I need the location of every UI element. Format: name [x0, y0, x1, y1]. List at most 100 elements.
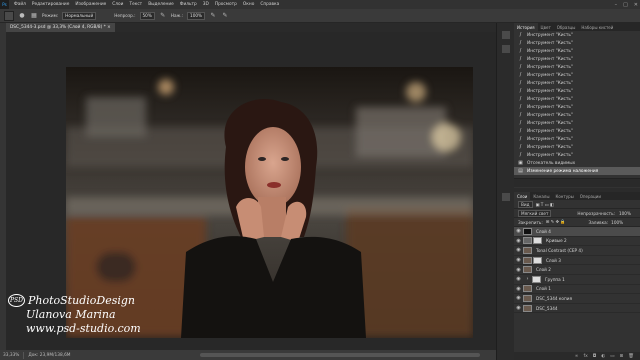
menu-filter[interactable]: Фильтр: [177, 2, 200, 7]
brush-tool-preset-icon[interactable]: [4, 10, 14, 21]
opacity-value[interactable]: 100%: [619, 211, 631, 216]
new-group-icon[interactable]: ▭: [610, 354, 614, 359]
menu-window[interactable]: Окно: [240, 2, 257, 7]
history-item[interactable]: / Инструмент "Кисть": [514, 111, 640, 119]
layer-row[interactable]: ◉ Слой 3: [514, 256, 640, 266]
layer-name: Слой 4: [536, 228, 551, 234]
brush-settings-icon[interactable]: ▦: [30, 12, 38, 20]
layer-mask-thumbnail: [533, 256, 542, 264]
history-item[interactable]: / Инструмент "Кисть": [514, 87, 640, 95]
layer-name: DSC_5344: [536, 305, 558, 311]
eye-icon[interactable]: ◉: [514, 247, 523, 253]
eye-icon[interactable]: ◉: [514, 295, 523, 301]
history-item[interactable]: / Инструмент "Кисть": [514, 79, 640, 87]
history-item[interactable]: / Инструмент "Кисть": [514, 71, 640, 79]
history-item[interactable]: ▣ Отсекатель видимых: [514, 159, 640, 167]
adjustment-layer-icon[interactable]: ◐: [601, 354, 605, 359]
opacity-field[interactable]: 50%: [139, 11, 155, 20]
eye-icon[interactable]: ◉: [514, 305, 523, 311]
layer-row[interactable]: ◉ Tonal Contrast (CEP 4): [514, 246, 640, 256]
menu-image[interactable]: Изображение: [72, 2, 109, 7]
horizontal-scrollbar[interactable]: [200, 353, 480, 357]
menu-file[interactable]: Файл: [11, 2, 29, 7]
history-item[interactable]: / Инструмент "Кисть": [514, 95, 640, 103]
lock-icons[interactable]: ⊞ ✎ ✥ 🔒: [546, 219, 566, 225]
zoom-level[interactable]: 33,33%: [3, 353, 19, 358]
brush-icon: /: [519, 88, 522, 94]
menu-view[interactable]: Просмотр: [212, 2, 240, 7]
menu-text[interactable]: Текст: [126, 2, 145, 7]
eye-icon[interactable]: ◉: [514, 228, 523, 234]
layer-row[interactable]: ◉ › Группа 1: [514, 275, 640, 285]
history-item[interactable]: / Инструмент "Кисть": [514, 119, 640, 127]
eye-icon[interactable]: ◉: [514, 257, 523, 263]
curves-adjustment-icon: [523, 237, 532, 245]
tab-brush-presets[interactable]: Наборы кистей: [578, 23, 616, 31]
history-item[interactable]: / Инструмент "Кисть": [514, 47, 640, 55]
trash-icon[interactable]: 🗑: [628, 354, 634, 359]
history-item[interactable]: / Инструмент "Кисть": [514, 151, 640, 159]
flow-field[interactable]: 100%: [187, 11, 206, 20]
document-tab[interactable]: DSC_5344-3.psd @ 33,3% (Слой 4, RGB/8) *…: [6, 23, 115, 32]
history-item[interactable]: / Инструмент "Кисть": [514, 135, 640, 143]
history-panel-footer: [514, 178, 640, 187]
tab-history[interactable]: История: [514, 23, 538, 31]
menu-layers[interactable]: Слои: [109, 2, 126, 7]
filter-icons[interactable]: ▣ T ▭ ◧: [536, 202, 554, 207]
layer-row[interactable]: ◉ DSC_5344: [514, 304, 640, 314]
history-item[interactable]: / Инструмент "Кисть": [514, 143, 640, 151]
document-tab-bar: DSC_5344-3.psd @ 33,3% (Слой 4, RGB/8) *…: [6, 23, 496, 32]
tab-color[interactable]: Цвет: [538, 23, 554, 31]
close-icon[interactable]: ✕: [634, 2, 638, 8]
layer-row[interactable]: ◉ Слой 4: [514, 227, 640, 237]
mode-select[interactable]: Нормальный: [62, 11, 97, 20]
add-mask-icon[interactable]: ◘: [593, 354, 597, 359]
history-item[interactable]: / Инструмент "Кисть": [514, 63, 640, 71]
new-layer-icon[interactable]: ⊞: [620, 354, 624, 359]
link-layers-icon[interactable]: ∞: [575, 354, 579, 359]
brush-icon: /: [519, 96, 522, 102]
tab-layers[interactable]: Слои: [514, 192, 531, 200]
fill-value[interactable]: 100%: [611, 220, 623, 225]
brush-size-icon[interactable]: ●: [18, 12, 26, 20]
history-item-label: Инструмент "Кисть": [527, 128, 573, 134]
menu-help[interactable]: Справка: [257, 2, 282, 7]
tab-swatches[interactable]: Образцы: [554, 23, 579, 31]
airbrush-icon[interactable]: ✎: [209, 12, 217, 20]
pressure-size-icon[interactable]: ✎: [221, 12, 229, 20]
history-item-selected[interactable]: ▤ Изменение режима наложения: [514, 167, 640, 175]
eye-icon[interactable]: ◉: [514, 267, 523, 273]
fx-icon[interactable]: fx: [583, 354, 587, 359]
history-panel-icon[interactable]: [502, 31, 510, 39]
adjustments-panel-icon[interactable]: [502, 193, 510, 201]
eye-icon[interactable]: ◉: [514, 276, 523, 282]
layer-mask-thumbnail: [533, 237, 542, 245]
properties-panel-icon[interactable]: [502, 45, 510, 53]
history-item[interactable]: / Инструмент "Кисть": [514, 31, 640, 39]
maximize-icon[interactable]: □: [623, 2, 628, 8]
menu-select[interactable]: Выделение: [145, 2, 177, 7]
tab-channels[interactable]: Каналы: [530, 192, 552, 200]
canvas-area[interactable]: PSD PhotoStudioDesign Ulanova Marina www…: [6, 32, 496, 350]
menu-3d[interactable]: 3D: [200, 2, 212, 7]
pressure-opacity-icon[interactable]: ✎: [159, 12, 167, 20]
layer-row[interactable]: ◉ Слой 1: [514, 285, 640, 295]
tab-paths[interactable]: Контуры: [552, 192, 576, 200]
layer-row[interactable]: ◉ Слой 2: [514, 265, 640, 275]
tab-actions[interactable]: Операции: [577, 192, 604, 200]
eye-icon[interactable]: ◉: [514, 286, 523, 292]
chevron-right-icon[interactable]: ›: [523, 276, 532, 282]
layer-row[interactable]: ◉ Кривые 2: [514, 237, 640, 247]
history-item[interactable]: / Инструмент "Кисть": [514, 127, 640, 135]
history-item[interactable]: / Инструмент "Кисть": [514, 39, 640, 47]
layer-row[interactable]: ◉ DSC_5344 копия: [514, 294, 640, 304]
history-item-label: Инструмент "Кисть": [527, 112, 573, 118]
history-item[interactable]: / Инструмент "Кисть": [514, 55, 640, 63]
menu-edit[interactable]: Редактирование: [29, 2, 73, 7]
history-item[interactable]: / Инструмент "Кисть": [514, 103, 640, 111]
eye-icon[interactable]: ◉: [514, 238, 523, 244]
blend-mode-select[interactable]: Мягкий свет: [518, 209, 552, 217]
layer-filter-select[interactable]: Вид: [518, 200, 533, 208]
minimize-icon[interactable]: –: [615, 2, 618, 8]
watermark-url: www.psd-studio.com: [26, 322, 141, 335]
